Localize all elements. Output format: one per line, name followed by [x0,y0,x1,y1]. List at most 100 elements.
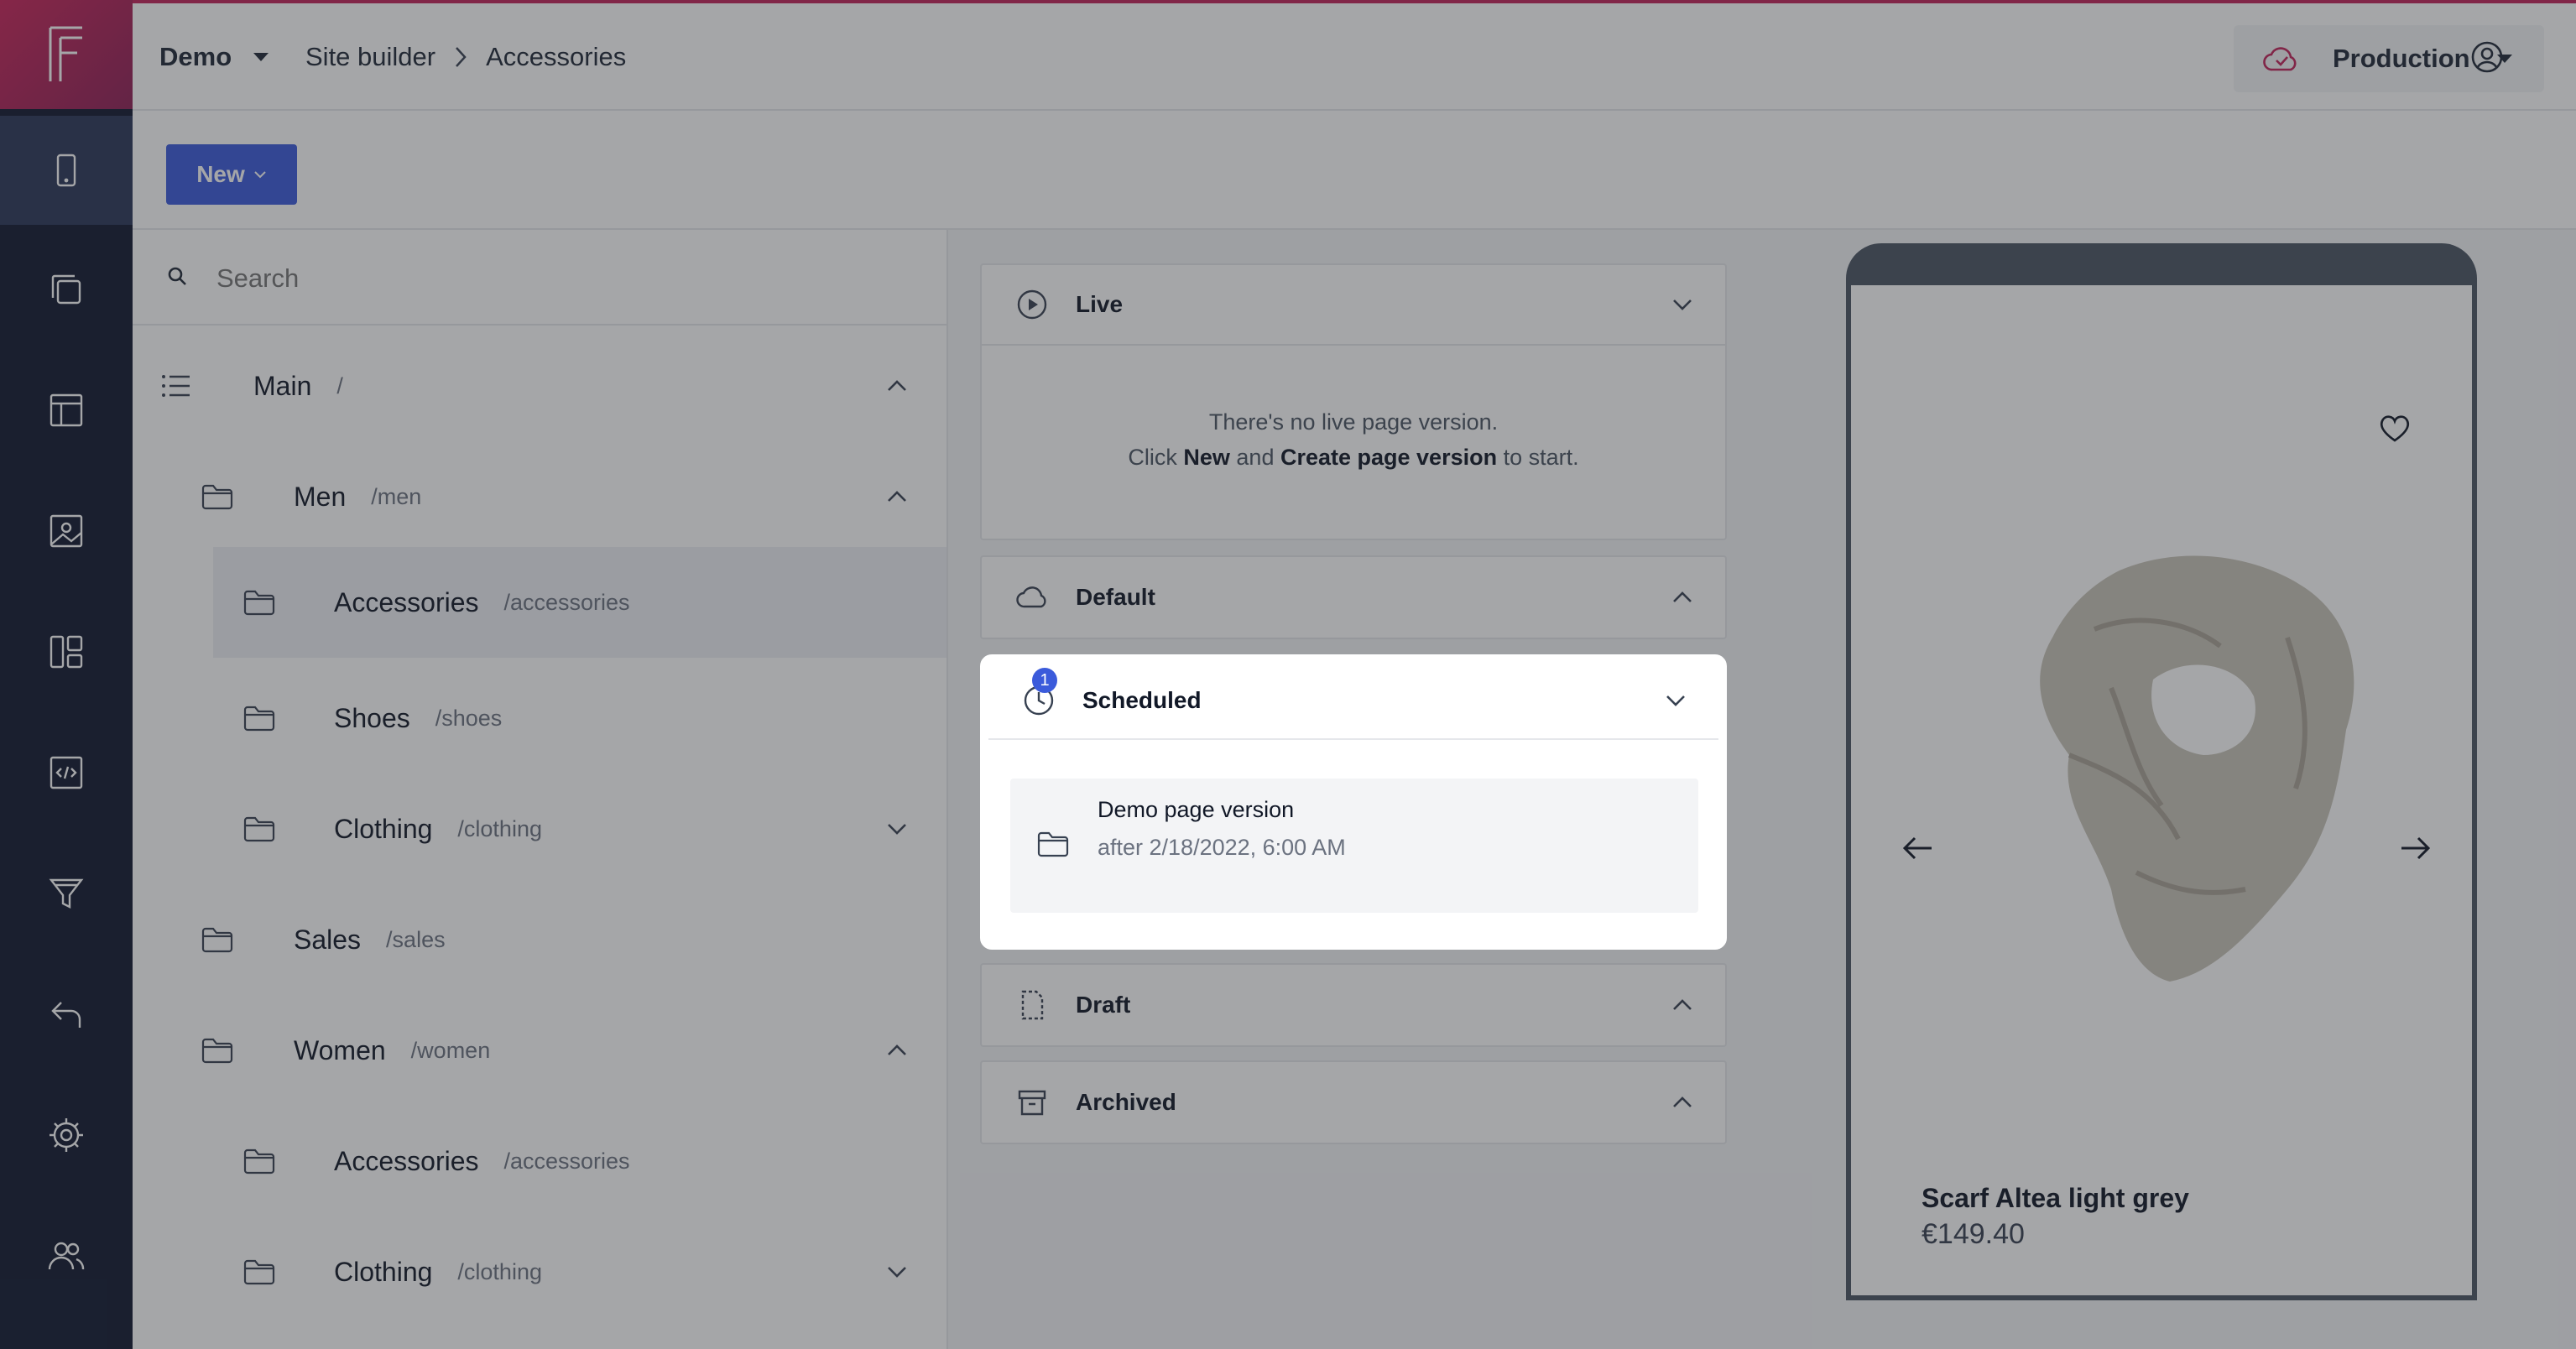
scheduled-section: Scheduled Demo page version after 2/18/2… [980,654,1727,950]
breadcrumb: Site builder Accessories [305,3,626,111]
chevron-up-icon [1673,591,1692,602]
scheduled-count-badge: 1 [1032,668,1057,693]
draft-section[interactable]: Draft [980,963,1727,1047]
archived-header[interactable]: Archived [982,1062,1725,1143]
folder-icon [201,1038,233,1064]
tree-node-name: Shoes [334,702,410,733]
empty-line: There's no live page version. [1208,409,1499,435]
tree-node-sales[interactable]: Sales /sales [133,884,946,995]
caret-down-icon [253,53,269,61]
live-empty-message: There's no live page version. Click New … [982,346,1725,475]
folder-icon [243,590,275,616]
tree-node-name: Men [294,481,347,512]
chevron-down-icon[interactable] [884,1259,910,1284]
project-switcher[interactable]: Demo [159,3,270,111]
empty-text: Click [1128,445,1184,470]
tree-node-men-clothing[interactable]: Clothing /clothing [133,773,946,884]
archive-icon [1018,1090,1046,1116]
new-button-label: New [196,161,245,187]
layout-icon [50,393,83,427]
tree-node-men-shoes[interactable]: Shoes /shoes [133,663,946,773]
breadcrumb-current: Accessories [486,42,627,71]
arrow-right-icon[interactable] [2398,836,2432,861]
user-profile-icon[interactable] [2470,40,2504,74]
default-header[interactable]: Default [982,557,1725,638]
tree-node-name: Clothing [334,813,433,844]
chevron-down-icon [1666,695,1685,706]
left-rail [0,0,133,1349]
tree-node-name: Sales [294,924,362,955]
rail-settings[interactable] [0,1081,133,1190]
draft-header[interactable]: Draft [982,965,1725,1045]
empty-instructions: Click New and Create page version to sta… [982,440,1725,475]
chevron-down-icon [1673,299,1692,310]
tree-node-path: /accessories [503,1148,630,1174]
breadcrumb-section[interactable]: Site builder [305,42,435,72]
environment-label: Production [2333,44,2470,73]
undo-icon [51,1002,81,1028]
live-header[interactable]: Live [982,265,1725,346]
search-bar [133,230,946,326]
tree-node-name: Women [294,1034,386,1065]
tree-node-main[interactable]: Main / [133,331,946,441]
rail-users[interactable] [0,1201,133,1310]
archived-section[interactable]: Archived [980,1060,1727,1144]
archived-title: Archived [1076,1089,1176,1115]
rail-content[interactable] [0,235,133,344]
tree-node-men[interactable]: Men /men [133,441,946,552]
empty-new-emphasis: New [1183,445,1230,470]
version-title: Demo page version [1098,797,1295,822]
chevron-up-icon [1673,999,1692,1010]
scheduled-header[interactable]: Scheduled [988,663,1718,740]
chevron-up-icon[interactable] [884,1038,910,1063]
page-tree: Main / Men /men Accessories /accessories… [133,230,948,1349]
dashboard-icon [50,635,83,669]
heart-icon[interactable] [2378,413,2412,443]
filter-icon [49,878,84,909]
tree-node-path: /sales [386,926,446,952]
rail-code[interactable] [0,718,133,827]
app-logo[interactable] [0,0,133,109]
tree-node-women[interactable]: Women /women [133,995,946,1106]
rail-components[interactable] [0,597,133,706]
chevron-right-icon [456,47,467,67]
code-icon [50,756,83,789]
folder-icon [1037,831,1069,857]
rail-media[interactable] [0,477,133,586]
folder-icon [243,1259,275,1285]
arrow-left-icon[interactable] [1901,836,1935,861]
tree-node-name: Accessories [334,586,479,617]
tree-node-women-accessories[interactable]: Accessories /accessories [133,1106,946,1216]
tree-node-name: Clothing [334,1256,433,1287]
rail-filters[interactable] [0,839,133,948]
chevron-up-icon [1673,1096,1692,1107]
chevron-up-icon[interactable] [884,484,910,509]
tree-node-men-accessories[interactable]: Accessories /accessories [213,547,946,658]
list-icon [162,375,190,397]
new-button[interactable]: New [166,144,297,205]
chevron-down-icon[interactable] [884,816,910,841]
live-title: Live [1076,291,1124,317]
rail-layouts[interactable] [0,356,133,465]
logo-icon [49,26,82,81]
rail-redirects[interactable] [0,960,133,1069]
folder-icon [243,816,275,842]
rail-pages[interactable] [0,116,133,225]
default-section[interactable]: Default [980,555,1727,639]
tree-node-path: /shoes [435,705,503,731]
tree-node-women-clothing[interactable]: Clothing /clothing [133,1216,946,1327]
version-schedule-date: after 2/18/2022, 6:00 AM [1098,835,1346,860]
tree-node-path: /clothing [457,815,542,841]
empty-text: and [1229,445,1280,470]
search-input[interactable] [216,255,905,302]
mobile-icon [56,154,76,187]
folder-icon [201,927,233,953]
tree-node-path: / [336,372,343,398]
default-title: Default [1076,584,1155,610]
scheduled-version-item[interactable]: Demo page version after 2/18/2022, 6:00 … [1010,779,1698,913]
gear-icon [50,1118,83,1152]
live-section: Live There's no live page version. Click… [980,263,1727,540]
folder-icon [243,706,275,732]
chevron-up-icon[interactable] [884,373,910,398]
empty-text: to start. [1497,445,1579,470]
